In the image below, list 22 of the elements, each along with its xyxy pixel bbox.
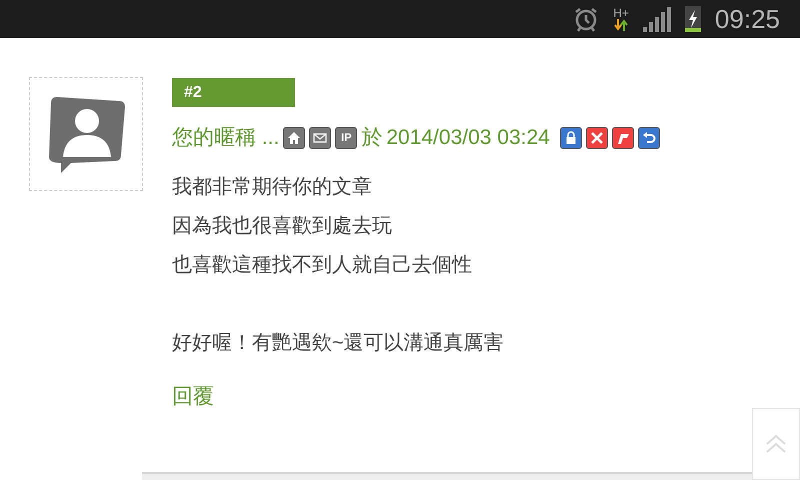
home-icon[interactable]: [283, 126, 306, 149]
comment-text: 因為我也很喜歡到處去玩: [172, 214, 393, 238]
post-date: 2014/03/03 03:24: [386, 125, 550, 151]
alarm-clock-icon: [573, 6, 600, 32]
data-transfer-icon: [614, 19, 628, 31]
date-prefix: 於: [361, 125, 382, 151]
close-icon[interactable]: [586, 126, 608, 149]
lock-icon[interactable]: [560, 126, 582, 149]
mail-icon[interactable]: [309, 126, 332, 149]
comment-text: 也喜歡這種找不到人就自己去個性: [172, 252, 473, 278]
double-chevron-up-icon: [765, 434, 787, 454]
reply-link[interactable]: 回覆: [172, 384, 214, 408]
signal-strength-icon: [642, 6, 671, 32]
battery-icon: [684, 6, 701, 32]
undo-icon[interactable]: [638, 126, 660, 149]
author-link[interactable]: 您的暱稱 ...: [172, 122, 280, 154]
comment-text: 我都非常期待你的文章: [172, 174, 373, 200]
post-number-badge: #2: [172, 78, 295, 107]
network-type-label: H+: [613, 7, 629, 19]
ip-button[interactable]: IP: [335, 126, 358, 149]
comment-text: 好好喔！有艷遇欸~還可以溝通真厲害: [172, 330, 505, 356]
clock-time: 09:25: [714, 2, 780, 36]
